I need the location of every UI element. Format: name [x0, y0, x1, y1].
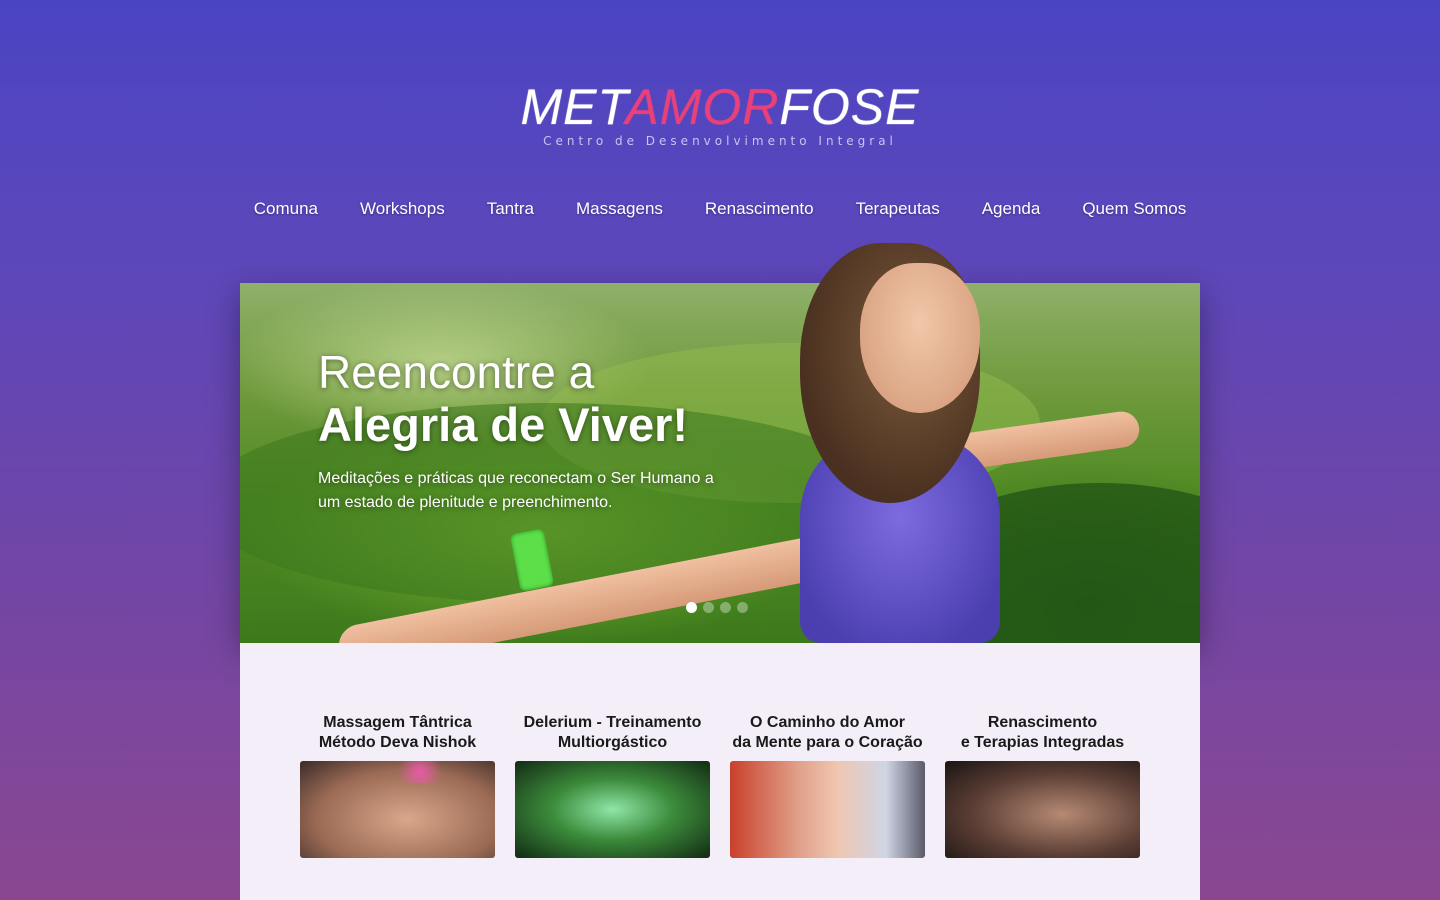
hero-headline-line1: Reencontre a: [318, 346, 595, 398]
nav-item-massagens[interactable]: Massagens: [555, 196, 684, 222]
hero-woman-face: [860, 263, 980, 413]
card-title-line: Delerium - Treinamento: [523, 714, 702, 731]
logo-part-2: AMOR: [625, 79, 780, 135]
slider-dot[interactable]: [686, 602, 697, 613]
logo-part-3: FOSE: [779, 79, 920, 135]
forest-silhouette-photo[interactable]: [515, 761, 710, 858]
card-title-line: da Mente para o Coração: [732, 734, 923, 751]
slider-dot[interactable]: [703, 602, 714, 613]
nav-item-quem-somos[interactable]: Quem Somos: [1061, 196, 1207, 222]
nav-item-comuna[interactable]: Comuna: [233, 196, 339, 222]
logo-wordmark: METAMORFOSE: [521, 78, 920, 136]
site-logo[interactable]: METAMORFOSE Centro de Desenvolvimento In…: [0, 78, 1440, 148]
feature-cards: Massagem Tântrica Método Deva Nishok Del…: [300, 713, 1140, 858]
nav-item-tantra[interactable]: Tantra: [466, 196, 555, 222]
nav-item-agenda[interactable]: Agenda: [961, 196, 1062, 222]
hero-headline-line2: Alegria de Viver!: [318, 398, 689, 451]
feature-card[interactable]: Delerium - Treinamento Multiorgástico: [515, 713, 710, 858]
feature-card[interactable]: O Caminho do Amor da Mente para o Coraçã…: [730, 713, 925, 858]
logo-part-1: MET: [520, 79, 626, 135]
hero-slider[interactable]: Reencontre a Alegria de Viver! Meditaçõe…: [240, 243, 1200, 643]
slider-pagination: [686, 602, 748, 613]
card-title-line: Método Deva Nishok: [318, 734, 477, 751]
card-title-line: Multiorgástico: [557, 734, 668, 751]
card-title-line: Renascimento: [987, 714, 1098, 731]
logo-tagline: Centro de Desenvolvimento Integral: [543, 134, 897, 148]
hero-subtitle: Meditações e práticas que reconectam o S…: [318, 470, 714, 511]
group-hug-photo[interactable]: [730, 761, 925, 858]
slider-dot[interactable]: [720, 602, 731, 613]
content-panel: Massagem Tântrica Método Deva Nishok Del…: [240, 643, 1200, 900]
hero-caption: Reencontre a Alegria de Viver! Meditaçõe…: [318, 345, 778, 515]
feature-card[interactable]: Massagem Tântrica Método Deva Nishok: [300, 713, 495, 858]
card-title-line: Massagem Tântrica: [323, 714, 472, 731]
card-title-line: O Caminho do Amor: [750, 714, 905, 731]
nav-item-workshops[interactable]: Workshops: [339, 196, 466, 222]
rebirthing-photo[interactable]: [945, 761, 1140, 858]
feature-card[interactable]: Renascimento e Terapias Integradas: [945, 713, 1140, 858]
card-title-line: e Terapias Integradas: [960, 734, 1125, 751]
card-title[interactable]: Massagem Tântrica Método Deva Nishok: [300, 713, 495, 761]
nav-item-renascimento[interactable]: Renascimento: [684, 196, 835, 222]
nav-item-terapeutas[interactable]: Terapeutas: [835, 196, 961, 222]
slider-dot[interactable]: [737, 602, 748, 613]
card-title[interactable]: Delerium - Treinamento Multiorgástico: [515, 713, 710, 761]
main-nav: Comuna Workshops Tantra Massagens Renasc…: [0, 196, 1440, 222]
card-title[interactable]: O Caminho do Amor da Mente para o Coraçã…: [730, 713, 925, 761]
card-title[interactable]: Renascimento e Terapias Integradas: [945, 713, 1140, 761]
massage-photo[interactable]: [300, 761, 495, 858]
